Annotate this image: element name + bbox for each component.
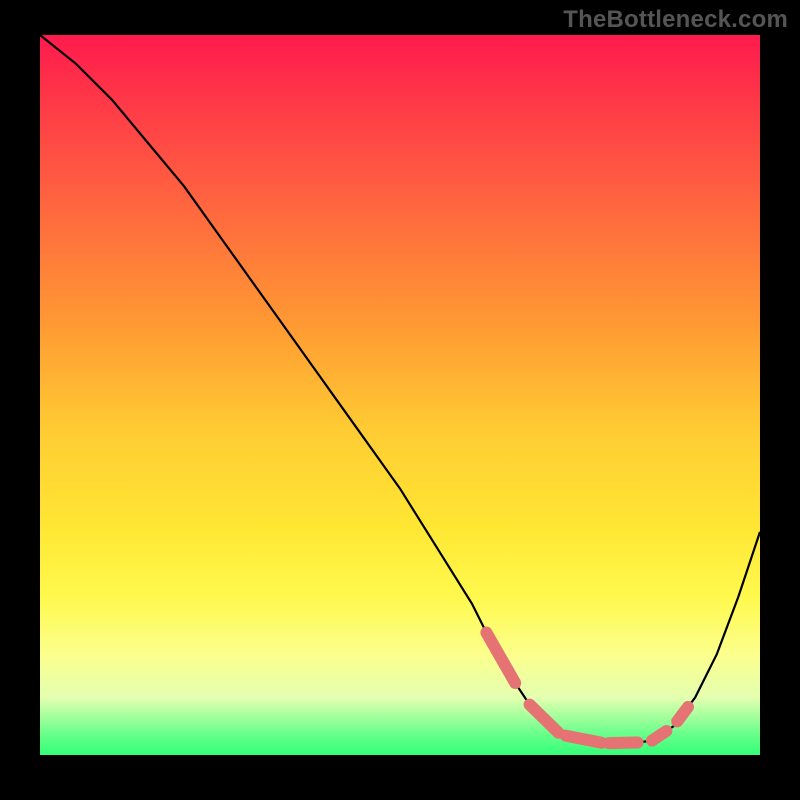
chart-container: TheBottleneck.com: [0, 0, 800, 800]
marker-lump: [677, 707, 688, 721]
chart-line-group: [40, 35, 760, 744]
highlight-markers: [486, 633, 688, 744]
chart-svg: [40, 35, 760, 755]
chart-line: [40, 35, 760, 744]
watermark-text: TheBottleneck.com: [563, 6, 788, 34]
marker-lump: [566, 736, 602, 743]
marker-lump: [652, 731, 666, 741]
marker-lump: [486, 633, 515, 683]
marker-lump: [609, 743, 638, 744]
marker-lump: [530, 705, 559, 733]
plot-area: [40, 35, 760, 755]
